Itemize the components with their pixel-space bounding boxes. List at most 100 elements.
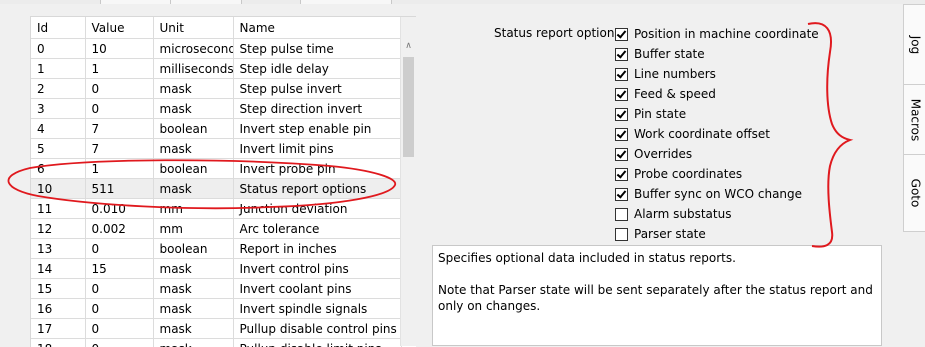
status-option[interactable]: Position in machine coordinate	[615, 24, 819, 44]
table-row[interactable]: 10511maskStatus report options	[31, 179, 401, 199]
cell-value[interactable]: 0	[85, 239, 153, 259]
cell-value[interactable]: 0.002	[85, 219, 153, 239]
cell-id: 15	[31, 279, 85, 299]
cell-value[interactable]: 10	[85, 39, 153, 59]
cell-value[interactable]: 0	[85, 319, 153, 339]
top-tab[interactable]	[170, 0, 242, 4]
status-option[interactable]: Line numbers	[615, 64, 819, 84]
table-row[interactable]: 130booleanReport in inches	[31, 239, 401, 259]
table-row[interactable]: 11millisecondsStep idle delay	[31, 59, 401, 79]
checkbox-checked-icon[interactable]	[615, 188, 628, 201]
checkbox-checked-icon[interactable]	[615, 128, 628, 141]
status-option[interactable]: Overrides	[615, 144, 819, 164]
cell-id: 3	[31, 99, 85, 119]
column-header-id[interactable]: Id	[31, 17, 85, 39]
status-option[interactable]: Alarm substatus	[615, 204, 819, 224]
cell-unit: milliseconds	[153, 59, 233, 79]
cell-value[interactable]: 15	[85, 259, 153, 279]
table-row[interactable]: 150maskInvert coolant pins	[31, 279, 401, 299]
description-note: Note that Parser state will be sent sepa…	[438, 282, 876, 314]
checkbox-checked-icon[interactable]	[615, 88, 628, 101]
status-option-label: Probe coordinates	[634, 167, 742, 181]
scroll-up-arrow-icon[interactable]: ∧	[401, 39, 416, 53]
cell-id: 12	[31, 219, 85, 239]
table-row[interactable]: 47booleanInvert step enable pin	[31, 119, 401, 139]
status-options-label: Status report options:	[494, 26, 625, 40]
cell-value[interactable]: 0	[85, 299, 153, 319]
cell-name: Invert spindle signals	[233, 299, 401, 319]
table-row[interactable]: 57maskInvert limit pins	[31, 139, 401, 159]
cell-id: 11	[31, 199, 85, 219]
cell-value[interactable]: 1	[85, 59, 153, 79]
table-row[interactable]: 160maskInvert spindle signals	[31, 299, 401, 319]
cell-name: Step direction invert	[233, 99, 401, 119]
table-row[interactable]: 20maskStep pulse invert	[31, 79, 401, 99]
cell-value[interactable]: 7	[85, 139, 153, 159]
checkbox-unchecked-icon[interactable]	[615, 208, 628, 221]
status-option-label: Buffer state	[634, 47, 705, 61]
status-option-label: Feed & speed	[634, 87, 716, 101]
status-option-label: Pin state	[634, 107, 686, 121]
cell-name: Invert limit pins	[233, 139, 401, 159]
checkbox-checked-icon[interactable]	[615, 148, 628, 161]
checkbox-checked-icon[interactable]	[615, 48, 628, 61]
status-option[interactable]: Work coordinate offset	[615, 124, 819, 144]
cell-name: Invert probe pin	[233, 159, 401, 179]
table-row[interactable]: 30maskStep direction invert	[31, 99, 401, 119]
cell-name: Step idle delay	[233, 59, 401, 79]
column-header-unit[interactable]: Unit	[153, 17, 233, 39]
cell-name: Report in inches	[233, 239, 401, 259]
cell-id: 2	[31, 79, 85, 99]
column-header-name[interactable]: Name	[233, 17, 401, 39]
settings-grid[interactable]: Id Value Unit Name 010microsecondsStep p…	[30, 16, 416, 347]
table-row[interactable]: 120.002mmArc tolerance	[31, 219, 401, 239]
cell-id: 0	[31, 39, 85, 59]
side-tab-jog[interactable]: Jog	[903, 4, 925, 86]
cell-value[interactable]: 0.010	[85, 199, 153, 219]
status-option[interactable]: Buffer state	[615, 44, 819, 64]
status-option[interactable]: Buffer sync on WCO change	[615, 184, 819, 204]
cell-value[interactable]: 511	[85, 179, 153, 199]
cell-id: 5	[31, 139, 85, 159]
setting-description: Specifies optional data included in stat…	[432, 245, 882, 346]
cell-unit: mask	[153, 139, 233, 159]
checkbox-checked-icon[interactable]	[615, 108, 628, 121]
top-tab[interactable]	[100, 0, 172, 4]
grid-vertical-scrollbar[interactable]: ∧	[400, 17, 416, 346]
column-header-value[interactable]: Value	[85, 17, 153, 39]
cell-value[interactable]: 7	[85, 119, 153, 139]
cell-id: 13	[31, 239, 85, 259]
status-option[interactable]: Parser state	[615, 224, 819, 244]
table-row[interactable]: 170maskPullup disable control pins	[31, 319, 401, 339]
cell-unit: mask	[153, 99, 233, 119]
status-option[interactable]: Probe coordinates	[615, 164, 819, 184]
cell-unit: boolean	[153, 239, 233, 259]
table-row[interactable]: 010microsecondsStep pulse time	[31, 39, 401, 59]
checkbox-checked-icon[interactable]	[615, 68, 628, 81]
table-row[interactable]: 1415maskInvert control pins	[31, 259, 401, 279]
cell-value[interactable]: 1	[85, 159, 153, 179]
table-row[interactable]: 61booleanInvert probe pin	[31, 159, 401, 179]
cell-value[interactable]: 0	[85, 279, 153, 299]
cell-value[interactable]: 0	[85, 79, 153, 99]
status-option[interactable]: Pin state	[615, 104, 819, 124]
scrollbar-thumb[interactable]	[403, 57, 414, 157]
side-tab-macros[interactable]: Macros	[903, 84, 925, 156]
checkbox-unchecked-icon[interactable]	[615, 228, 628, 241]
status-option-label: Alarm substatus	[634, 207, 731, 221]
cell-value[interactable]: 0	[85, 99, 153, 119]
cell-name: Invert step enable pin	[233, 119, 401, 139]
top-tab[interactable]	[300, 0, 392, 4]
status-option-label: Parser state	[634, 227, 706, 241]
side-tab-goto[interactable]: Goto	[903, 154, 925, 232]
cell-unit: mm	[153, 199, 233, 219]
cell-name: Status report options	[233, 179, 401, 199]
checkbox-checked-icon[interactable]	[615, 168, 628, 181]
status-option-label: Line numbers	[634, 67, 716, 81]
status-option[interactable]: Feed & speed	[615, 84, 819, 104]
table-row[interactable]: 110.010mmJunction deviation	[31, 199, 401, 219]
cell-unit: mask	[153, 179, 233, 199]
setting-detail-pane: Status report options: Position in machi…	[420, 0, 903, 346]
checkbox-checked-icon[interactable]	[615, 28, 628, 41]
cell-name: Invert control pins	[233, 259, 401, 279]
